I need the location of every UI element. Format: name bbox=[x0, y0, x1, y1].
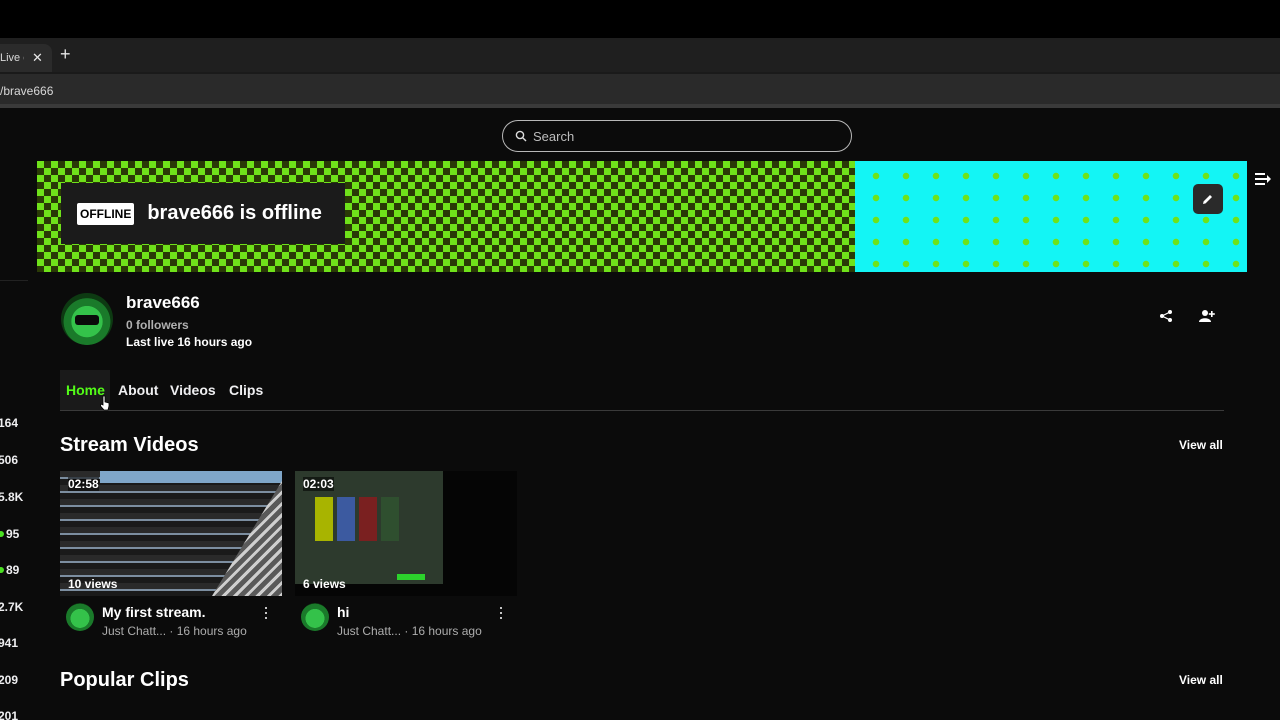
live-dot-icon bbox=[0, 567, 4, 573]
viewer-count-label: 209 bbox=[0, 673, 19, 687]
viewer-count-label: 2.7K bbox=[0, 600, 24, 614]
viewer-count-label: 5.8K bbox=[0, 490, 24, 504]
follower-count: 0 followers bbox=[126, 318, 189, 332]
followed-channel-viewer-count[interactable]: 164 bbox=[0, 416, 18, 430]
share-icon[interactable] bbox=[1159, 309, 1173, 323]
followed-channels-rail: 164 506 5.8K 95 89 2.7K 941 209 201 bbox=[0, 280, 28, 720]
viewer-count-label: 164 bbox=[0, 416, 19, 430]
section-title-popular-clips: Popular Clips bbox=[60, 669, 189, 691]
edit-banner-button[interactable] bbox=[1193, 184, 1223, 214]
video-thumbnail[interactable]: 02:58 10 views bbox=[60, 471, 282, 596]
last-live-status: Last live 16 hours ago bbox=[126, 335, 253, 349]
mouse-cursor-icon bbox=[100, 395, 110, 411]
followed-channel-viewer-count[interactable]: 89 bbox=[0, 563, 19, 577]
offline-badge: OFFLINE bbox=[77, 202, 135, 225]
view-all-videos-link[interactable]: View all bbox=[1179, 438, 1223, 452]
video-meta: Just Chatt... · 16 hours ago bbox=[102, 624, 247, 638]
more-options-icon[interactable] bbox=[497, 606, 505, 620]
live-dot-icon bbox=[0, 531, 4, 537]
browser-tab-title: Live c bbox=[0, 52, 24, 64]
browser-tab[interactable]: Live c ✕ bbox=[0, 44, 52, 72]
video-thumbnail[interactable]: 02:03 6 views bbox=[295, 471, 517, 596]
tab-clips[interactable]: Clips bbox=[229, 382, 263, 398]
video-card[interactable]: 02:58 10 views My first stream. Just Cha… bbox=[60, 471, 282, 638]
viewer-count-label: 201 bbox=[0, 709, 19, 720]
address-url[interactable]: /brave666 bbox=[0, 84, 53, 98]
followed-channel-viewer-count[interactable]: 201 bbox=[0, 709, 18, 720]
followed-channel-viewer-count[interactable]: 209 bbox=[0, 673, 18, 687]
video-channel-avatar[interactable] bbox=[301, 603, 329, 631]
search-box[interactable] bbox=[502, 120, 852, 152]
viewer-count-label: 89 bbox=[6, 563, 20, 577]
followed-channel-viewer-count[interactable]: 95 bbox=[0, 527, 19, 541]
followed-channel-viewer-count[interactable]: 2.7K bbox=[0, 600, 23, 614]
banner-pattern-cyan bbox=[855, 161, 1247, 272]
new-tab-button[interactable]: + bbox=[60, 43, 71, 65]
tab-videos[interactable]: Videos bbox=[170, 382, 216, 398]
offline-message: brave666 is offline bbox=[147, 202, 322, 224]
channel-tabs: Home About Videos Clips bbox=[60, 370, 1224, 411]
video-age: · 16 hours ago bbox=[166, 624, 247, 638]
pencil-icon bbox=[1203, 195, 1212, 204]
video-duration: 02:03 bbox=[303, 477, 334, 491]
screen-top-bar bbox=[0, 0, 1280, 38]
address-bar[interactable]: /brave666 bbox=[0, 72, 1280, 108]
viewer-count-label: 506 bbox=[0, 453, 19, 467]
video-age: · 16 hours ago bbox=[401, 624, 482, 638]
view-all-clips-link[interactable]: View all bbox=[1179, 673, 1223, 687]
followed-channel-viewer-count[interactable]: 941 bbox=[0, 636, 18, 650]
video-title[interactable]: hi bbox=[337, 604, 349, 620]
video-channel-avatar[interactable] bbox=[66, 603, 94, 631]
followed-channel-viewer-count[interactable]: 506 bbox=[0, 453, 18, 467]
video-card[interactable]: 02:03 6 views hi Just Chatt... · 16 hour… bbox=[295, 471, 517, 638]
video-duration: 02:58 bbox=[68, 477, 99, 491]
search-input[interactable] bbox=[533, 128, 833, 144]
viewer-count-label: 941 bbox=[0, 636, 19, 650]
video-category[interactable]: Just Chatt... bbox=[102, 624, 166, 638]
follow-user-icon[interactable] bbox=[1199, 309, 1215, 323]
section-title-stream-videos: Stream Videos bbox=[60, 434, 199, 456]
channel-name: brave666 bbox=[126, 293, 200, 312]
tab-about[interactable]: About bbox=[118, 382, 158, 398]
collapse-sidebar-icon[interactable] bbox=[1255, 172, 1271, 186]
channel-avatar[interactable] bbox=[61, 293, 113, 345]
followed-channel-viewer-count[interactable]: 5.8K bbox=[0, 490, 23, 504]
browser-tab-strip: Live c ✕ bbox=[0, 38, 1280, 72]
more-options-icon[interactable] bbox=[262, 606, 270, 620]
channel-banner: OFFLINE brave666 is offline bbox=[37, 161, 1247, 272]
video-category[interactable]: Just Chatt... bbox=[337, 624, 401, 638]
close-tab-icon[interactable]: ✕ bbox=[32, 50, 43, 66]
video-views: 6 views bbox=[303, 577, 346, 591]
video-title[interactable]: My first stream. bbox=[102, 604, 205, 620]
video-meta: Just Chatt... · 16 hours ago bbox=[337, 624, 482, 638]
viewer-count-label: 95 bbox=[6, 527, 20, 541]
search-icon bbox=[515, 130, 527, 142]
offline-card: OFFLINE brave666 is offline bbox=[61, 183, 345, 244]
video-views: 10 views bbox=[68, 577, 118, 591]
